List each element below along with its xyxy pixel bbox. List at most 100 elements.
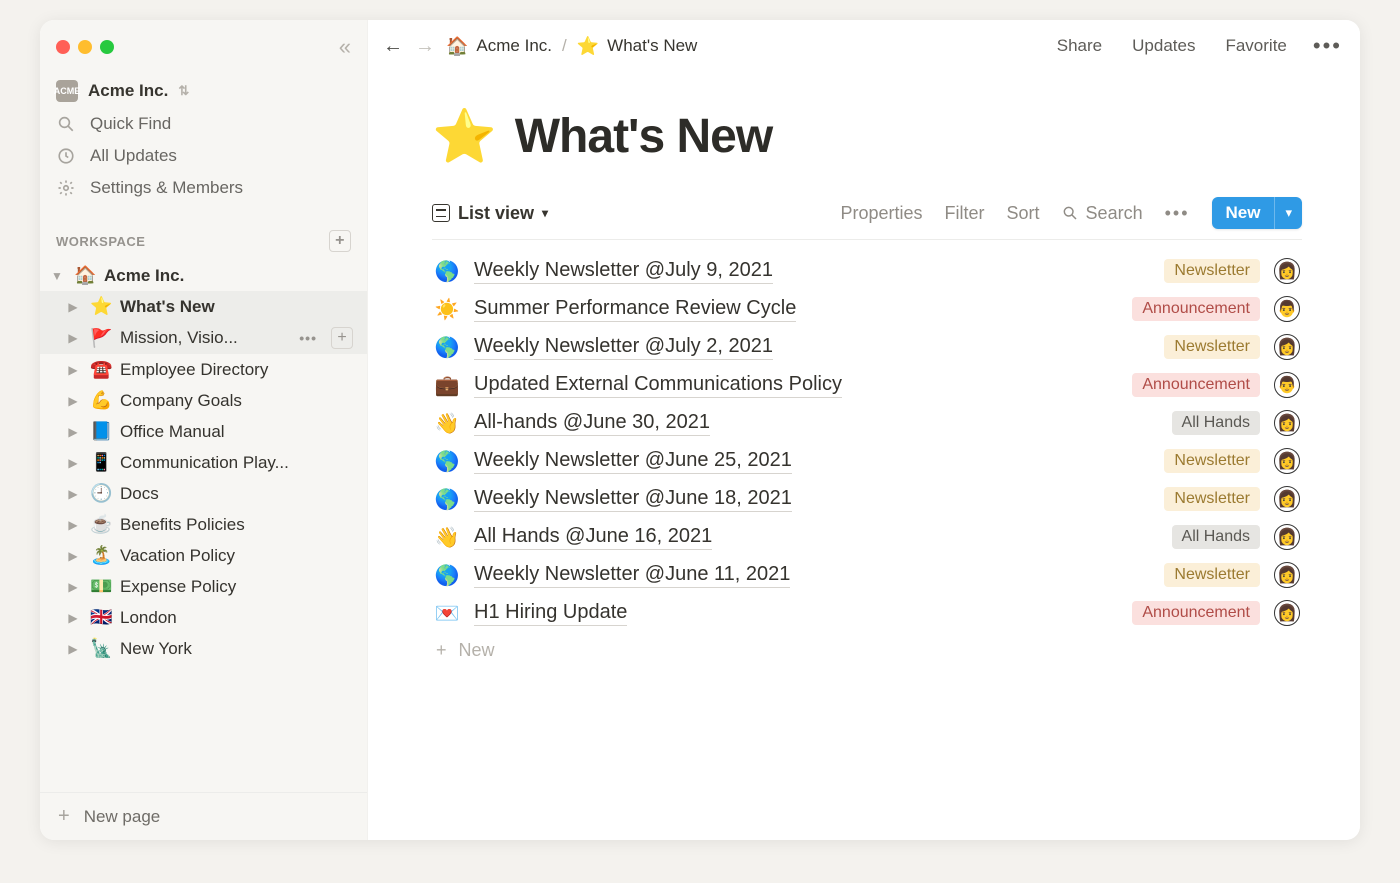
tree-root-label: Acme Inc.: [104, 266, 353, 286]
new-entry-button[interactable]: New ▾: [1212, 197, 1303, 229]
sidebar-page-item[interactable]: ▶💪Company Goals: [40, 385, 367, 416]
list-row[interactable]: 🌎Weekly Newsletter @July 2, 2021Newslett…: [432, 328, 1302, 366]
favorite-button[interactable]: Favorite: [1215, 32, 1296, 60]
list-row[interactable]: 👋All-hands @June 30, 2021All Hands👩: [432, 404, 1302, 442]
window-close-icon[interactable]: [56, 40, 70, 54]
row-avatar-icon: 👩: [1274, 524, 1300, 550]
row-avatar-icon: 👨: [1274, 372, 1300, 398]
tree-root-acme[interactable]: ▼ 🏠 Acme Inc.: [40, 260, 367, 291]
collapse-sidebar-icon[interactable]: «: [339, 34, 351, 60]
disclosure-triangle-icon[interactable]: ▶: [66, 611, 80, 625]
row-avatar-icon: 👩: [1274, 562, 1300, 588]
sidebar-page-item[interactable]: ▶🏝️Vacation Policy: [40, 540, 367, 571]
page-label: Mission, Visio...: [120, 328, 291, 348]
workspace-switcher[interactable]: ACME Acme Inc. ⇅: [40, 66, 367, 108]
row-avatar-icon: 👩: [1274, 410, 1300, 436]
new-button-dropdown-icon[interactable]: ▾: [1274, 197, 1302, 229]
disclosure-triangle-icon[interactable]: ▼: [50, 269, 64, 283]
list-row[interactable]: 🌎Weekly Newsletter @June 11, 2021Newslet…: [432, 556, 1302, 594]
properties-button[interactable]: Properties: [840, 203, 922, 224]
share-button[interactable]: Share: [1047, 32, 1112, 60]
disclosure-triangle-icon[interactable]: ▶: [66, 300, 80, 314]
add-page-button[interactable]: +: [329, 230, 351, 252]
workspace-logo-icon: ACME: [56, 80, 78, 102]
list-row[interactable]: 👋All Hands @June 16, 2021All Hands👩: [432, 518, 1302, 556]
disclosure-triangle-icon[interactable]: ▶: [66, 487, 80, 501]
all-updates[interactable]: All Updates: [40, 140, 367, 172]
row-emoji-icon: 👋: [434, 411, 460, 436]
page-title[interactable]: What's New: [515, 109, 772, 164]
page-emoji-icon: 🏠: [74, 265, 96, 286]
new-page-button[interactable]: + New page: [40, 792, 367, 840]
search-button[interactable]: Search: [1062, 203, 1143, 224]
add-subpage-button[interactable]: +: [331, 327, 353, 349]
sidebar-page-item[interactable]: ▶ 📘 Office Manual: [40, 416, 367, 447]
disclosure-triangle-icon[interactable]: ▶: [66, 580, 80, 594]
nav-back-icon[interactable]: ←: [382, 35, 404, 58]
page-emoji-icon: 📘: [90, 421, 112, 442]
row-tag: Announcement: [1132, 297, 1260, 321]
chevron-down-icon: ▾: [542, 206, 548, 220]
page-label: Office Manual: [120, 422, 353, 442]
page-content: ⭐ What's New List view ▾ Properties Filt…: [368, 72, 1360, 840]
list-row[interactable]: ☀️Summer Performance Review CycleAnnounc…: [432, 290, 1302, 328]
view-switcher[interactable]: List view ▾: [432, 203, 548, 224]
row-emoji-icon: 🌎: [434, 449, 460, 474]
breadcrumb-root[interactable]: 🏠 Acme Inc.: [446, 36, 552, 57]
row-title: Weekly Newsletter @July 2, 2021: [474, 335, 773, 360]
nav-forward-icon[interactable]: →: [414, 35, 436, 58]
page-icon[interactable]: ⭐: [432, 106, 497, 167]
sidebar-page-item[interactable]: ▶🗽New York: [40, 633, 367, 664]
disclosure-triangle-icon[interactable]: ▶: [66, 456, 80, 470]
sidebar: « ACME Acme Inc. ⇅ Quick Find All Update…: [40, 20, 368, 840]
page-emoji-icon: ☕: [90, 514, 112, 535]
disclosure-triangle-icon[interactable]: ▶: [66, 549, 80, 563]
breadcrumb-current[interactable]: ⭐ What's New: [577, 36, 698, 57]
sidebar-page-item[interactable]: ▶☕Benefits Policies: [40, 509, 367, 540]
sidebar-page-item[interactable]: ▶☎️Employee Directory: [40, 354, 367, 385]
toolbar-more-icon[interactable]: •••: [1165, 203, 1190, 224]
sidebar-page-item[interactable]: ▶🇬🇧London: [40, 602, 367, 633]
list-row[interactable]: 🌎Weekly Newsletter @June 25, 2021Newslet…: [432, 442, 1302, 480]
list-row[interactable]: 💼Updated External Communications PolicyA…: [432, 366, 1302, 404]
disclosure-triangle-icon[interactable]: ▶: [66, 518, 80, 532]
quick-find[interactable]: Quick Find: [40, 108, 367, 140]
list-row[interactable]: 🌎Weekly Newsletter @June 18, 2021Newslet…: [432, 480, 1302, 518]
updates-button[interactable]: Updates: [1122, 32, 1205, 60]
sidebar-page-item[interactable]: ▶🚩Mission, Visio...•••+: [40, 322, 367, 354]
row-title: Weekly Newsletter @June 11, 2021: [474, 563, 790, 588]
page-emoji-icon: ☎️: [90, 359, 112, 380]
disclosure-triangle-icon[interactable]: ▶: [66, 425, 80, 439]
add-row-button[interactable]: + New: [432, 632, 1302, 669]
row-emoji-icon: 🌎: [434, 259, 460, 284]
breadcrumb-label: What's New: [607, 36, 697, 56]
page-label: What's New: [120, 297, 353, 317]
disclosure-triangle-icon[interactable]: ▶: [66, 642, 80, 656]
settings-members[interactable]: Settings & Members: [40, 172, 367, 204]
disclosure-triangle-icon[interactable]: ▶: [66, 363, 80, 377]
page-emoji-icon: 🗽: [90, 638, 112, 659]
more-menu-icon[interactable]: •••: [1307, 33, 1342, 59]
search-icon: [56, 115, 76, 133]
page-label: Docs: [120, 484, 353, 504]
row-title: Weekly Newsletter @June 18, 2021: [474, 487, 792, 512]
main-panel: ← → 🏠 Acme Inc. / ⭐ What's New Share Upd…: [368, 20, 1360, 840]
row-title: H1 Hiring Update: [474, 601, 627, 626]
window-maximize-icon[interactable]: [100, 40, 114, 54]
sidebar-page-item[interactable]: ▶⭐What's New: [40, 291, 367, 322]
sidebar-page-item[interactable]: ▶💵Expense Policy: [40, 571, 367, 602]
breadcrumb-emoji-icon: ⭐: [577, 36, 599, 57]
window-minimize-icon[interactable]: [78, 40, 92, 54]
sort-button[interactable]: Sort: [1007, 203, 1040, 224]
disclosure-triangle-icon[interactable]: ▶: [66, 394, 80, 408]
list-row[interactable]: 💌H1 Hiring UpdateAnnouncement👩: [432, 594, 1302, 632]
item-more-icon[interactable]: •••: [299, 330, 323, 346]
page-emoji-icon: 💵: [90, 576, 112, 597]
settings-label: Settings & Members: [90, 178, 243, 198]
filter-button[interactable]: Filter: [945, 203, 985, 224]
list-row[interactable]: 🌎Weekly Newsletter @July 9, 2021Newslett…: [432, 252, 1302, 290]
sidebar-page-item[interactable]: ▶📱Communication Play...: [40, 447, 367, 478]
disclosure-triangle-icon[interactable]: ▶: [66, 331, 80, 345]
page-label: London: [120, 608, 353, 628]
sidebar-page-item[interactable]: ▶🕘Docs: [40, 478, 367, 509]
